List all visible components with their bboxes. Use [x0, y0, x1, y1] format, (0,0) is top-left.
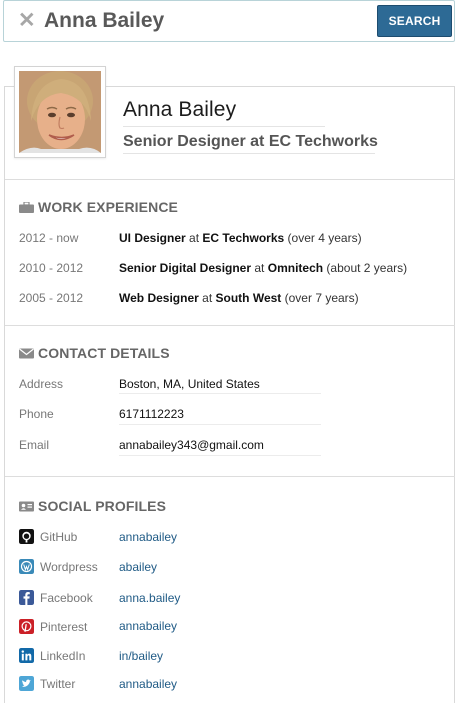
social-profiles-heading: SOCIAL PROFILES — [19, 498, 166, 514]
social-network-twitter: Twitter — [40, 677, 76, 691]
github-profile-link[interactable]: annabailey — [119, 530, 177, 544]
social-network-pinterest: Pinterest — [40, 620, 88, 634]
twitter-profile-link[interactable]: annabailey — [119, 677, 177, 691]
work-experience-title: WORK EXPERIENCE — [38, 199, 178, 215]
section-divider — [5, 179, 455, 180]
id-card-icon — [19, 501, 34, 512]
profile-title: Senior Designer at EC Techworks — [123, 133, 378, 150]
wordpress-profile-link[interactable]: abailey — [119, 560, 157, 574]
phone-underline — [119, 424, 321, 425]
github-icon — [19, 529, 34, 544]
experience-company: Omnitech — [267, 261, 324, 275]
pinterest-icon — [19, 619, 34, 634]
experience-role: UI Designer — [119, 231, 186, 245]
address-value: Boston, MA, United States — [119, 377, 260, 391]
address-label: Address — [19, 377, 64, 391]
clear-search-icon[interactable]: ✕ — [18, 10, 38, 32]
phone-label: Phone — [19, 407, 54, 421]
name-underline — [123, 126, 325, 127]
contact-details-heading: CONTACT DETAILS — [19, 345, 170, 361]
social-network-facebook: Facebook — [40, 591, 93, 605]
contact-details-title: CONTACT DETAILS — [38, 345, 170, 361]
section-divider — [5, 325, 455, 326]
search-input[interactable] — [44, 6, 344, 36]
profile-photo — [14, 66, 106, 158]
experience-duration: (over 4 years) — [287, 231, 362, 245]
experience-role: Web Designer — [119, 291, 199, 305]
social-network-github: GitHub — [40, 530, 78, 544]
profile-name: Anna Bailey — [123, 98, 237, 121]
section-divider — [5, 476, 455, 477]
work-experience-heading: WORK EXPERIENCE — [19, 199, 178, 215]
experience-duration: (about 2 years) — [326, 261, 408, 275]
experience-period: 2005 - 2012 — [19, 291, 84, 305]
pinterest-profile-link[interactable]: annabailey — [119, 619, 177, 633]
email-value: annabailey343@gmail.com — [119, 438, 264, 452]
social-network-linkedin: LinkedIn — [40, 649, 86, 663]
experience-role: Senior Digital Designer — [119, 261, 252, 275]
experience-at: at — [202, 291, 213, 305]
experience-entry: UI Designer at EC Techworks (over 4 year… — [119, 231, 362, 245]
briefcase-icon — [19, 202, 34, 213]
linkedin-profile-link[interactable]: in/bailey — [119, 649, 163, 663]
experience-entry: Senior Digital Designer at Omnitech (abo… — [119, 261, 407, 275]
experience-company: EC Techworks — [202, 231, 285, 245]
facebook-profile-link[interactable]: anna.bailey — [119, 591, 180, 605]
twitter-icon — [19, 676, 34, 691]
email-label: Email — [19, 438, 50, 452]
experience-entry: Web Designer at South West (over 7 years… — [119, 291, 359, 305]
experience-duration: (over 7 years) — [284, 291, 359, 305]
experience-at: at — [189, 231, 200, 245]
wordpress-icon — [19, 559, 34, 574]
linkedin-icon — [19, 648, 34, 663]
envelope-icon — [19, 348, 34, 359]
address-underline — [119, 393, 321, 394]
search-button[interactable]: SEARCH — [377, 5, 452, 37]
social-profiles-title: SOCIAL PROFILES — [38, 498, 167, 514]
facebook-icon — [19, 590, 34, 605]
social-network-wordpress: Wordpress — [40, 560, 98, 574]
search-bar: ✕ SEARCH — [3, 0, 455, 42]
email-underline — [119, 455, 321, 456]
experience-at: at — [254, 261, 265, 275]
experience-company: South West — [215, 291, 282, 305]
title-underline — [123, 153, 375, 154]
phone-value: 6171112223 — [119, 407, 184, 421]
avatar — [19, 71, 101, 153]
experience-period: 2012 - now — [19, 231, 79, 245]
experience-period: 2010 - 2012 — [19, 261, 84, 275]
